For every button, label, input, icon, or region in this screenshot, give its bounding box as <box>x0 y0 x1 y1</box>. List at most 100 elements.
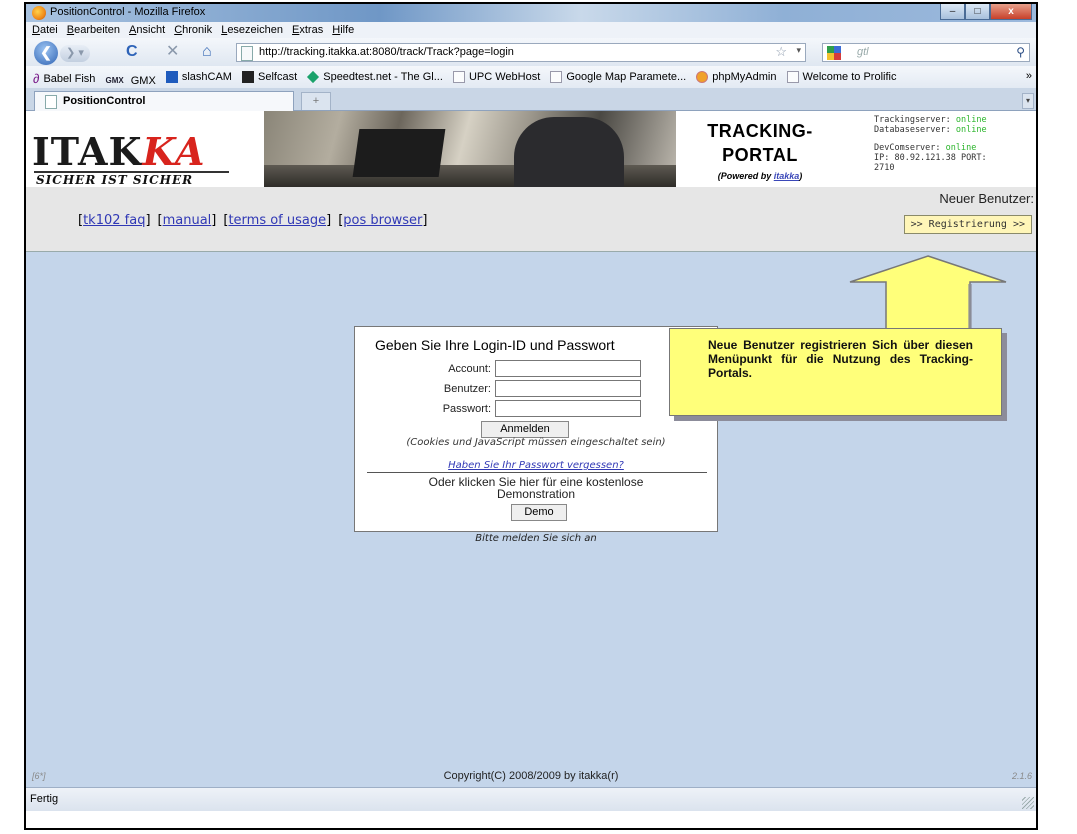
bookmark-phpmyadmin[interactable]: phpMyAdmin <box>696 66 776 88</box>
bookmark-google-map[interactable]: Google Map Paramete... <box>550 66 686 88</box>
bookmark-star-icon[interactable]: ☆ <box>775 44 787 60</box>
back-button[interactable]: ❮ <box>34 41 58 65</box>
neuer-benutzer-label: Neuer Benutzer: <box>939 191 1034 206</box>
trackingserver-label: Trackingserver: <box>874 115 951 125</box>
photo-person <box>514 117 624 187</box>
cookie-note: (Cookies und JavaScript müssen eingescha… <box>406 437 666 448</box>
divider <box>367 472 707 473</box>
page-icon <box>550 71 563 83</box>
new-tab-button[interactable]: + <box>301 92 331 110</box>
itakka-logo: ITAKKA SICHER IST SICHER <box>32 129 242 187</box>
bookmark-label: phpMyAdmin <box>712 71 777 83</box>
resize-grip-icon[interactable] <box>1022 797 1034 809</box>
window-controls: – □ x <box>940 4 1032 21</box>
page-content: ITAKKA SICHER IST SICHER TRACKING- PORTA… <box>26 111 1036 787</box>
menu-datei[interactable]: Datei <box>32 22 58 38</box>
account-row: Account: <box>355 360 717 380</box>
menu-ansicht[interactable]: Ansicht <box>129 22 165 38</box>
menu-hilfe[interactable]: Hilfe <box>332 22 354 38</box>
link-pos-browser[interactable]: pos browser <box>343 213 422 228</box>
menu-bearbeiten[interactable]: Bearbeiten <box>67 22 120 38</box>
bookmark-speedtest[interactable]: Speedtest.net - The Gl... <box>307 66 443 88</box>
bookmark-label: Babel Fish <box>43 72 96 85</box>
account-input[interactable] <box>495 360 641 377</box>
phpmyadmin-icon <box>696 71 709 83</box>
demo-text: Oder klicken Sie hier für eine kostenlos… <box>355 476 717 500</box>
bookmark-upc-webhost[interactable]: UPC WebHost <box>452 66 540 88</box>
version: 2.1.6 <box>1011 771 1032 781</box>
url-dropdown-icon[interactable]: ▾ <box>796 45 801 56</box>
logo-wordmark: ITAKKA <box>32 129 205 174</box>
password-input[interactable] <box>495 400 641 417</box>
search-icon[interactable]: ⚲ <box>1016 45 1025 59</box>
bookmarks-toolbar: ∂ Babel Fish GMX GMX slashCAM Selfcast Spe… <box>26 66 1036 88</box>
search-engine-icon[interactable] <box>827 46 841 60</box>
link-tk102-faq[interactable]: tk102 faq <box>83 213 145 228</box>
trackingserver-status: online <box>955 115 987 125</box>
search-input[interactable]: gtl <box>857 46 869 58</box>
password-row: Passwort: <box>355 400 717 420</box>
forgot-password: Haben Sie Ihr Passwort vergessen? <box>355 460 717 471</box>
page-icon <box>452 71 465 83</box>
link-terms-of-usage[interactable]: terms of usage <box>228 213 326 228</box>
status-bar: Fertig <box>26 787 1036 811</box>
maximize-button[interactable]: □ <box>965 4 990 20</box>
url-text[interactable]: http://tracking.itakka.at:8080/track/Tra… <box>259 46 514 58</box>
gmx-icon: GMX <box>105 76 124 85</box>
demo-button[interactable]: Demo <box>511 504 567 521</box>
tab-positioncontrol[interactable]: PositionControl <box>34 91 294 111</box>
stop-icon[interactable]: ✕ <box>166 43 179 61</box>
ip-port-line: IP: 80.92.121.38 PORT: <box>874 153 987 163</box>
itakka-link[interactable]: itakka <box>774 171 800 181</box>
databaseserver-status: online <box>955 125 987 135</box>
links-bar: Neuer Benutzer: [tk102 faq] [manual] [term… <box>26 187 1036 252</box>
forgot-password-link[interactable]: Haben Sie Ihr Passwort vergessen? <box>448 460 624 471</box>
user-input[interactable] <box>495 380 641 397</box>
tab-label: PositionControl <box>63 95 146 107</box>
tab-list-button[interactable]: ▾ <box>1022 93 1034 109</box>
menu-extras[interactable]: Extras <box>292 22 323 38</box>
bookmark-selfcast[interactable]: Selfcast <box>242 66 297 88</box>
slashcam-icon <box>165 71 178 83</box>
firefox-icon <box>32 6 46 20</box>
search-box[interactable]: gtl ⚲ <box>822 43 1030 62</box>
server-status: Trackingserver: online Databaseserver: o… <box>874 115 1034 173</box>
login-button[interactable]: Anmelden <box>481 421 569 438</box>
page-icon <box>786 71 799 83</box>
link-manual[interactable]: manual <box>163 213 212 228</box>
address-bar[interactable]: http://tracking.itakka.at:8080/track/Tra… <box>236 43 806 62</box>
password-label: Passwort: <box>442 403 491 415</box>
minimize-button[interactable]: – <box>940 4 965 20</box>
copyright: Copyright(C) 2008/2009 by itakka(r) <box>443 770 619 782</box>
databaseserver-label: Databaseserver: <box>874 125 951 135</box>
bookmark-gmx[interactable]: GMX GMX <box>105 70 155 89</box>
logo-main: ITAK <box>32 129 143 174</box>
home-icon[interactable]: ⌂ <box>202 43 212 61</box>
register-button[interactable]: >> Registrierung >> <box>903 215 1032 234</box>
bookmark-label: Welcome to Prolific <box>802 71 897 83</box>
account-label: Account: <box>448 363 491 375</box>
login-box: Geben Sie Ihre Login-ID und Passwort Acc… <box>354 326 718 532</box>
login-heading: Geben Sie Ihre Login-ID und Passwort <box>375 337 615 353</box>
bookmark-babel-fish[interactable]: ∂ Babel Fish <box>33 68 95 89</box>
close-button[interactable]: x <box>990 4 1032 20</box>
speedtest-icon <box>307 71 320 83</box>
menu-chronik[interactable]: Chronik <box>174 22 212 38</box>
portal-title: TRACKING- PORTAL <box>690 119 830 167</box>
bookmark-slashcam[interactable]: slashCAM <box>165 66 232 88</box>
bookmark-label: Google Map Paramete... <box>566 71 687 83</box>
bookmarks-more-icon[interactable]: » <box>1026 70 1032 82</box>
bottom-area <box>26 811 1036 828</box>
bookmark-prolific[interactable]: Welcome to Prolific <box>786 66 897 88</box>
page-icon <box>241 46 253 61</box>
photo-laptop <box>352 129 446 177</box>
devcomserver-label: DevComserver: <box>874 143 941 153</box>
menu-lesezeichen[interactable]: Lesezeichen <box>221 22 283 38</box>
page-icon <box>45 95 57 109</box>
page-footer: [6*] Copyright(C) 2008/2009 by itakka(r)… <box>26 767 1036 787</box>
navigation-toolbar: ❮ ❯ ▾ C ✕ ⌂ http://tracking.itakka.at:80… <box>26 38 1036 66</box>
user-row: Benutzer: <box>355 380 717 400</box>
bookmark-label: GMX <box>130 74 156 87</box>
forward-button[interactable]: ❯ ▾ <box>60 45 90 62</box>
reload-icon[interactable]: C <box>126 43 138 61</box>
